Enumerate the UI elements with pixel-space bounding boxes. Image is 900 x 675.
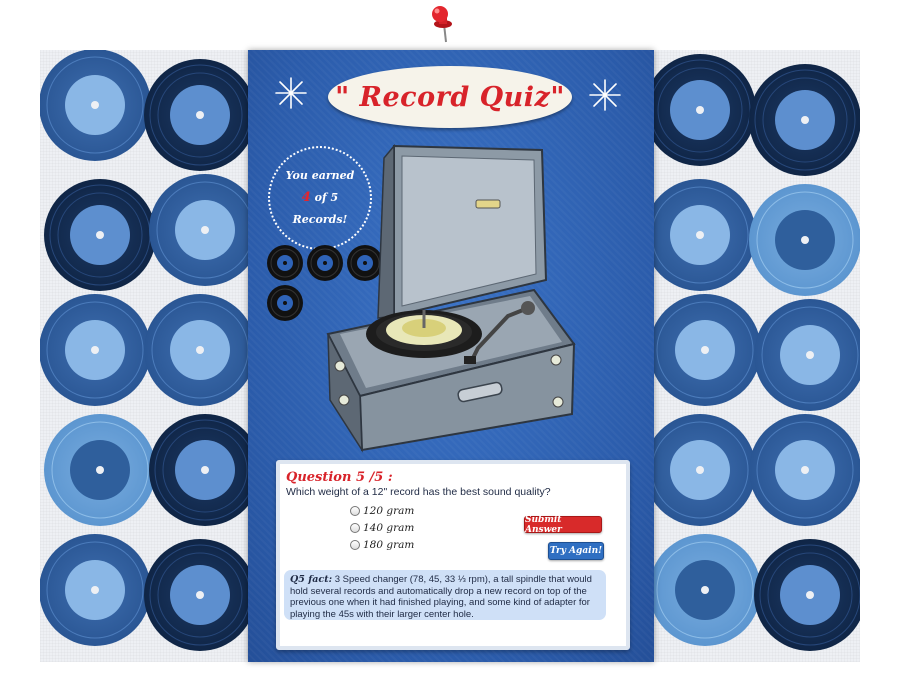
answer-label: 120 gram [363, 504, 415, 517]
vinyl-record-icon [267, 245, 303, 281]
radio-button[interactable] [350, 522, 360, 533]
question-text: Which weight of a 12" record has the bes… [286, 486, 551, 498]
quiz-panel: " Record Quiz" You earned 4 of 5 Records… [248, 50, 654, 662]
question-header: Question 5 /5 : [286, 470, 393, 485]
answer-option-180[interactable]: 180 gram [350, 536, 414, 553]
page-title: " Record Quiz" [335, 81, 565, 113]
pushpin-icon [432, 6, 452, 43]
sparkle-icon [589, 79, 621, 111]
answer-option-120[interactable]: 120 gram [350, 502, 414, 519]
radio-button[interactable] [350, 539, 360, 550]
answer-options: 120 gram 140 gram 180 gram [350, 502, 414, 553]
vinyl-record-icon [267, 285, 303, 321]
try-again-button[interactable]: Try Again! [548, 542, 604, 560]
answer-label: 140 gram [363, 521, 415, 534]
quiz-card: Question 5 /5 : Which weight of a 12" re… [276, 460, 630, 650]
fact-text: 3 Speed changer (78, 45, 33 ⅓ rpm), a ta… [290, 574, 592, 620]
answer-option-140[interactable]: 140 gram [350, 519, 414, 536]
fact-label: Q5 fact: [290, 574, 333, 585]
sparkle-icon [275, 77, 307, 109]
turntable-illustration [326, 143, 576, 453]
submit-answer-button[interactable]: Submit Answer [524, 515, 602, 535]
radio-button[interactable] [350, 505, 360, 516]
answer-label: 180 gram [363, 538, 415, 551]
title-banner: " Record Quiz" [328, 66, 572, 128]
fact-box: Q5 fact: 3 Speed changer (78, 45, 33 ⅓ r… [284, 570, 606, 620]
